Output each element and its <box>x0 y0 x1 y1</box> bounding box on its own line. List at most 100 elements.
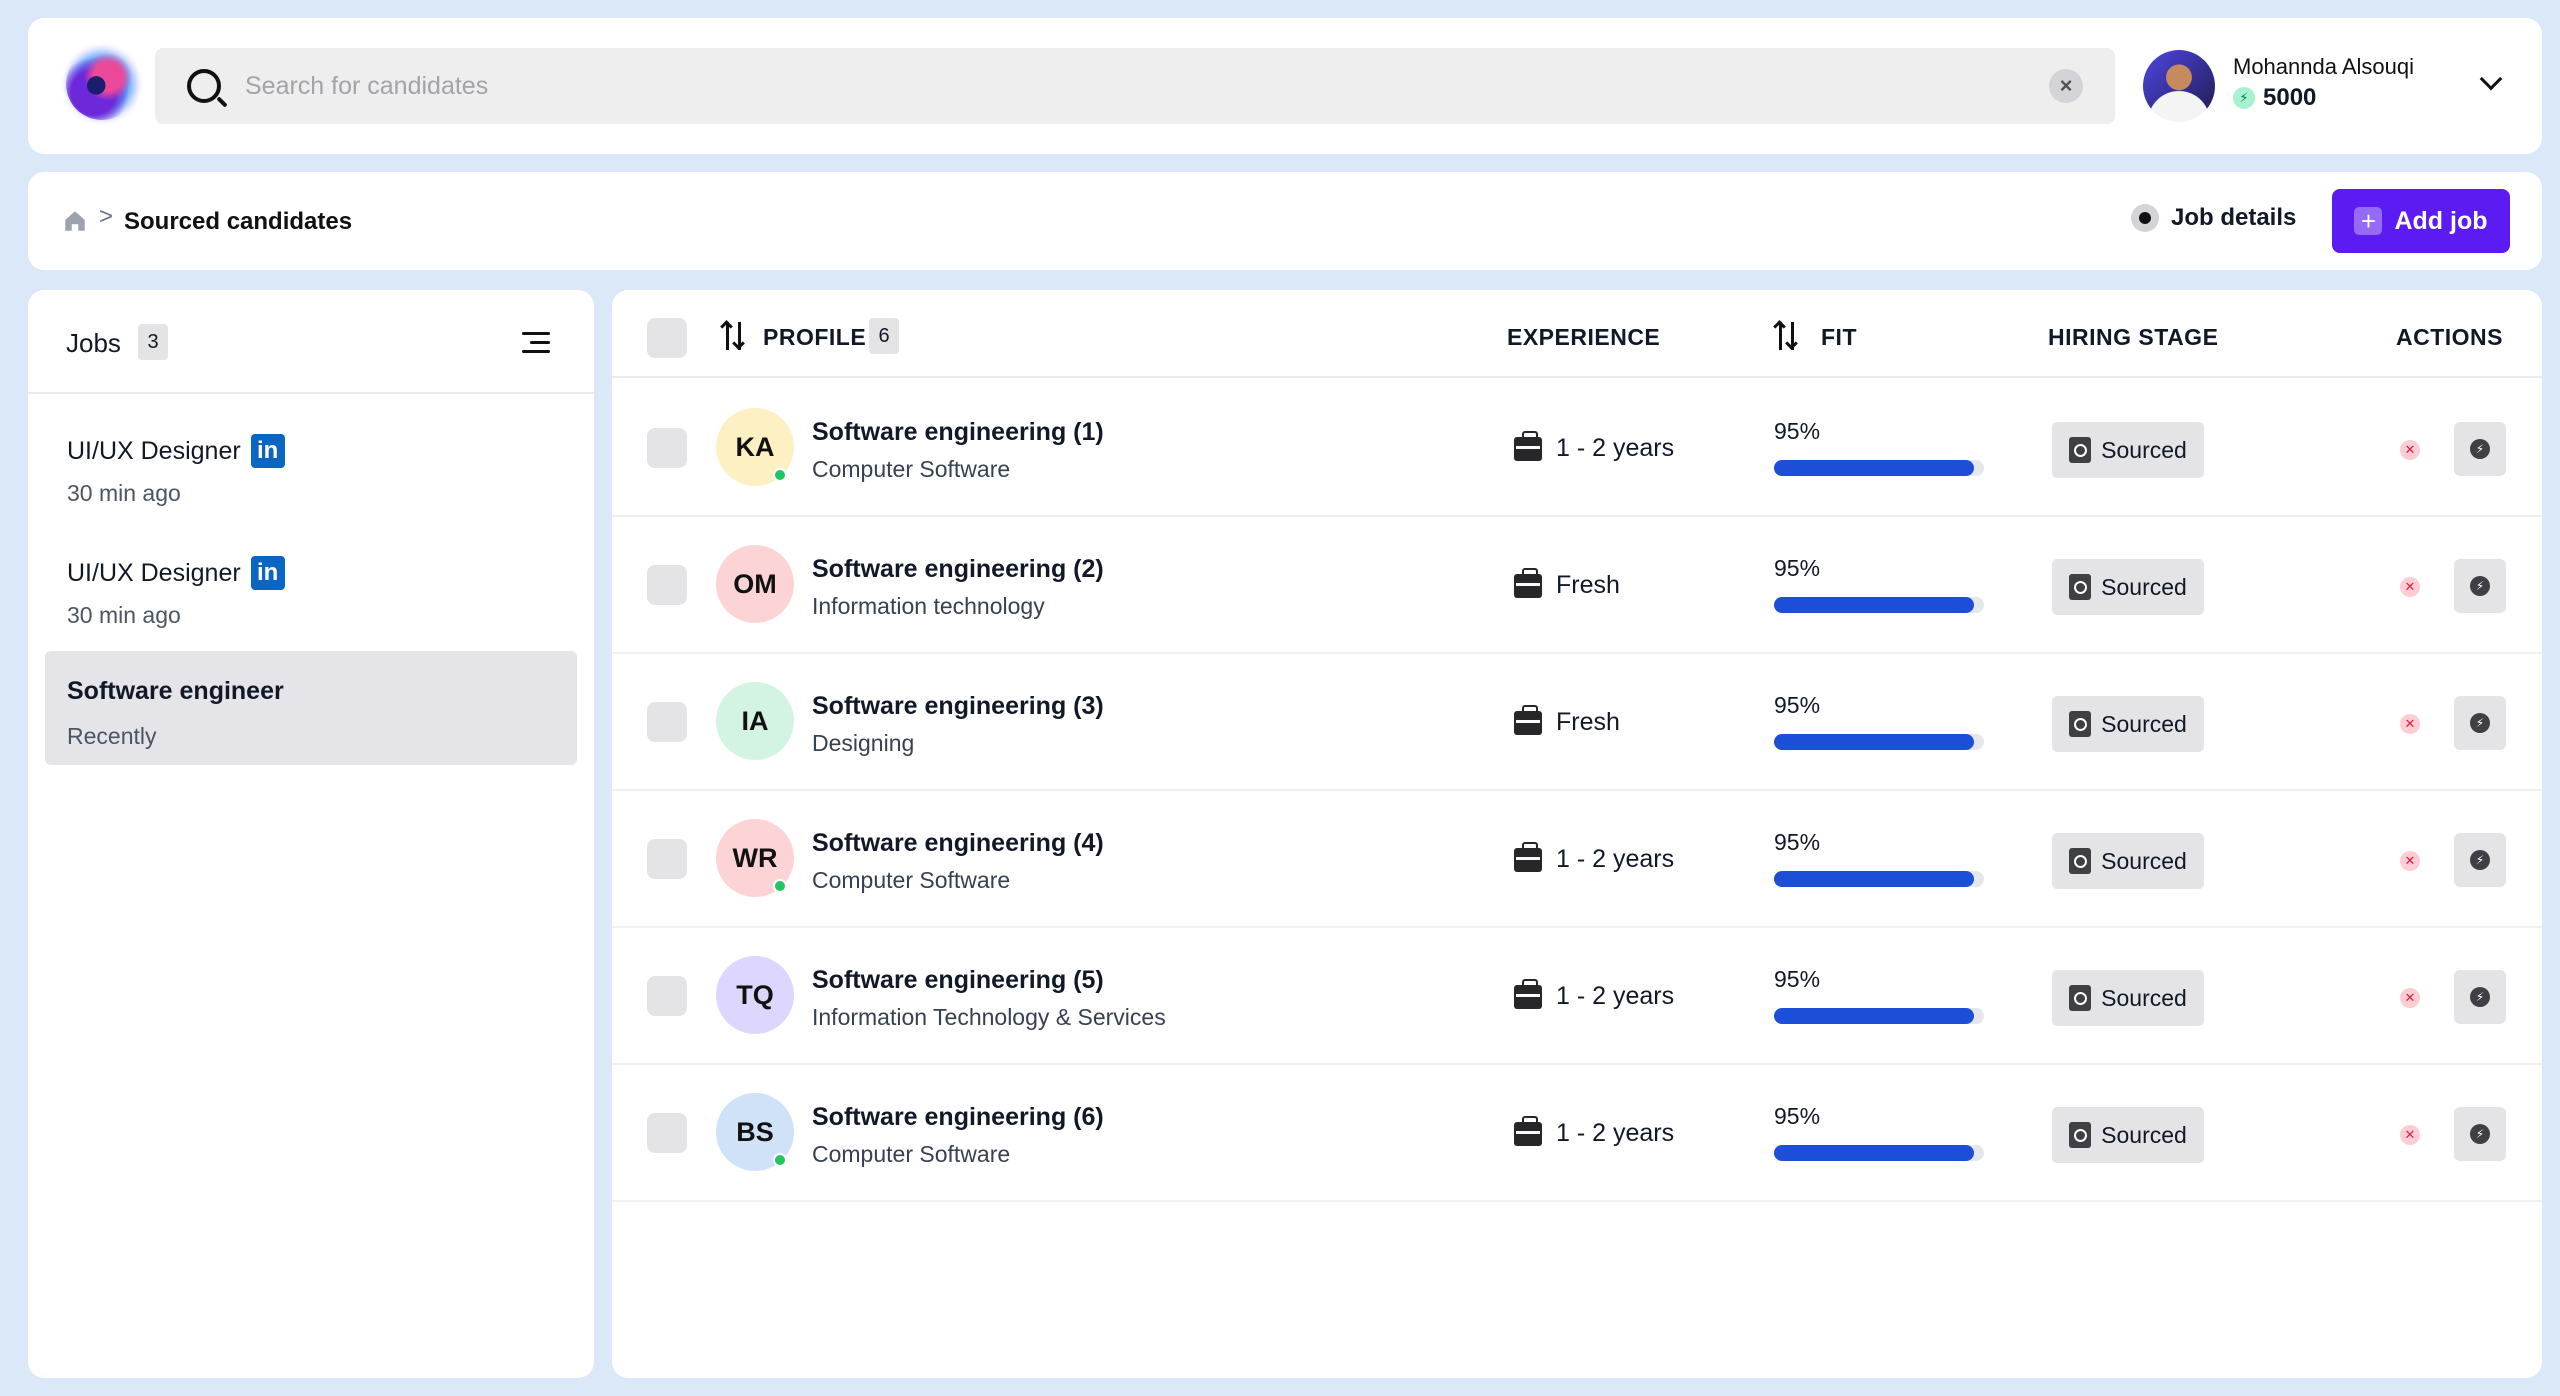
select-all-checkbox[interactable] <box>647 318 687 358</box>
hiring-stage-badge[interactable]: Sourced <box>2052 696 2204 752</box>
job-time: Recently <box>67 723 157 749</box>
row-checkbox[interactable] <box>647 976 687 1016</box>
job-time: 30 min ago <box>67 480 181 506</box>
quick-action-button[interactable]: ⚡ <box>2454 422 2506 476</box>
table-row[interactable]: BS Software engineering (6) Computer Softw… <box>612 1065 2542 1202</box>
table-header: PROFILE 6 EXPERIENCE FIT HIRING STAGE AC… <box>612 290 2542 378</box>
search-icon <box>187 69 221 103</box>
hiring-stage-badge[interactable]: Sourced <box>2052 1107 2204 1163</box>
clear-search-icon[interactable]: × <box>2049 69 2083 103</box>
briefcase-icon <box>1514 841 1542 872</box>
candidate-industry: Computer Software <box>812 867 1011 893</box>
table-row[interactable]: IA Software engineering (3) Designing Fresh… <box>612 654 2542 791</box>
fit-progress-fill <box>1774 734 1974 750</box>
linkedin-icon: in <box>250 434 285 468</box>
search-input[interactable] <box>245 71 2049 101</box>
table-row[interactable]: TQ Software engineering (5) Information Te… <box>612 928 2542 1065</box>
row-checkbox[interactable] <box>647 428 687 468</box>
experience-cell: Fresh <box>1514 567 1620 600</box>
header-actions: ACTIONS <box>2396 324 2503 350</box>
table-row[interactable]: KA Software engineering (1) Computer Softw… <box>612 380 2542 517</box>
hiring-stage-badge[interactable]: Sourced <box>2052 559 2204 615</box>
table-row[interactable]: OM Software engineering (2) Information te… <box>612 517 2542 654</box>
experience-value: 1 - 2 years <box>1556 434 1675 462</box>
quick-action-button[interactable]: ⚡ <box>2454 970 2506 1024</box>
quick-action-button[interactable]: ⚡ <box>2454 833 2506 887</box>
header-experience: EXPERIENCE <box>1507 324 1661 350</box>
reject-icon[interactable]: ✕ <box>2400 440 2420 460</box>
job-item-active[interactable]: Software engineer Recently <box>45 651 577 765</box>
job-item[interactable]: UI/UX Designer in 30 min ago <box>45 408 577 522</box>
sort-profile-icon[interactable] <box>720 320 747 352</box>
linkedin-icon: in <box>250 556 285 590</box>
document-search-icon <box>2069 985 2092 1011</box>
job-item[interactable]: UI/UX Designer in 30 min ago <box>45 530 577 644</box>
jobs-title: Jobs <box>66 328 121 358</box>
row-checkbox[interactable] <box>647 702 687 742</box>
user-avatar[interactable] <box>2143 50 2215 122</box>
briefcase-icon <box>1514 1115 1542 1146</box>
row-checkbox[interactable] <box>647 565 687 605</box>
candidate-name[interactable]: Software engineering (2) <box>812 555 1104 584</box>
bolt-icon: ⚡ <box>2470 713 2490 733</box>
hiring-stage-label: Sourced <box>2101 436 2187 463</box>
document-search-icon <box>2069 574 2092 600</box>
fit-progress-fill <box>1774 871 1974 887</box>
profile-count-badge: 6 <box>869 318 899 354</box>
fit-percentage: 95% <box>1774 1103 1821 1129</box>
app-logo[interactable] <box>66 48 138 120</box>
candidate-initials-avatar[interactable]: IA <box>716 682 794 760</box>
filter-list-icon[interactable] <box>522 330 550 356</box>
candidate-name[interactable]: Software engineering (5) <box>812 966 1104 995</box>
add-job-button[interactable]: + Add job <box>2332 189 2510 253</box>
job-title: UI/UX Designer <box>67 436 241 465</box>
header-profile: PROFILE <box>763 324 867 350</box>
eye-icon <box>2131 204 2159 232</box>
candidate-name[interactable]: Software engineering (6) <box>812 1103 1104 1132</box>
row-checkbox[interactable] <box>647 839 687 879</box>
sort-fit-icon[interactable] <box>1773 320 1800 352</box>
job-title: Software engineer <box>67 677 284 705</box>
job-details-label: Job details <box>2171 204 2297 231</box>
hiring-stage-badge[interactable]: Sourced <box>2052 833 2204 889</box>
user-name: Mohannda Alsouqi <box>2233 54 2415 79</box>
job-details-button[interactable]: Job details <box>2131 204 2296 232</box>
online-status-dot <box>773 468 787 482</box>
hiring-stage-label: Sourced <box>2101 1121 2187 1148</box>
candidate-industry: Designing <box>812 730 915 756</box>
experience-value: 1 - 2 years <box>1556 982 1675 1010</box>
fit-percentage: 95% <box>1774 555 1821 581</box>
fit-percentage: 95% <box>1774 418 1821 444</box>
quick-action-button[interactable]: ⚡ <box>2454 696 2506 750</box>
jobs-count-badge: 3 <box>138 324 168 360</box>
hiring-stage-badge[interactable]: Sourced <box>2052 422 2204 478</box>
search-bar[interactable]: × <box>155 48 2115 124</box>
experience-value: 1 - 2 years <box>1556 1119 1675 1147</box>
fit-progress-bar <box>1774 871 1984 887</box>
reject-icon[interactable]: ✕ <box>2400 714 2420 734</box>
candidate-initials-avatar[interactable]: TQ <box>716 956 794 1034</box>
hiring-stage-badge[interactable]: Sourced <box>2052 970 2204 1026</box>
quick-action-button[interactable]: ⚡ <box>2454 559 2506 613</box>
candidate-name[interactable]: Software engineering (3) <box>812 692 1104 721</box>
candidate-name[interactable]: Software engineering (1) <box>812 418 1104 447</box>
user-menu-chevron-down-icon[interactable] <box>2476 67 2506 98</box>
candidate-name[interactable]: Software engineering (4) <box>812 829 1104 858</box>
experience-cell: 1 - 2 years <box>1514 978 1675 1011</box>
row-checkbox[interactable] <box>647 1113 687 1153</box>
candidate-initials-avatar[interactable]: OM <box>716 545 794 623</box>
job-title-row: Software engineer <box>67 677 284 706</box>
quick-action-button[interactable]: ⚡ <box>2454 1107 2506 1161</box>
reject-icon[interactable]: ✕ <box>2400 577 2420 597</box>
experience-value: Fresh <box>1556 571 1620 599</box>
fit-progress-fill <box>1774 1145 1974 1161</box>
job-title-row: UI/UX Designer in <box>67 556 285 590</box>
document-search-icon <box>2069 711 2092 737</box>
user-credits: ⚡ 5000 <box>2233 84 2316 112</box>
reject-icon[interactable]: ✕ <box>2400 851 2420 871</box>
reject-icon[interactable]: ✕ <box>2400 988 2420 1008</box>
table-row[interactable]: WR Software engineering (4) Computer Softw… <box>612 791 2542 928</box>
job-time: 30 min ago <box>67 602 181 628</box>
home-icon[interactable] <box>62 208 88 234</box>
reject-icon[interactable]: ✕ <box>2400 1125 2420 1145</box>
